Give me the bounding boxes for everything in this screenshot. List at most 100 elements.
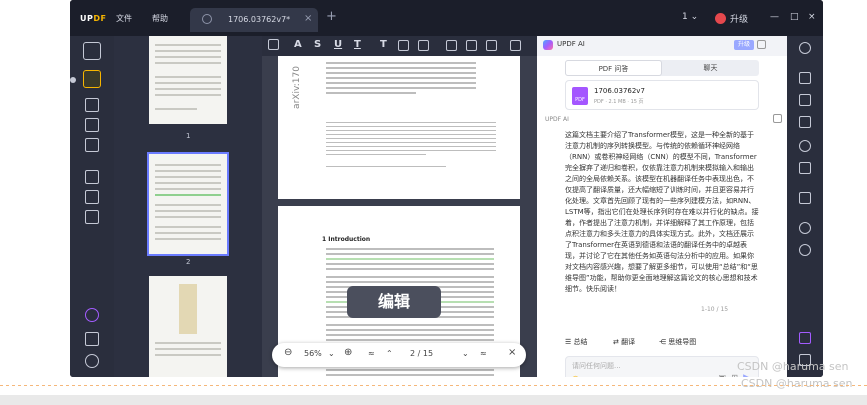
last-page-icon[interactable]: ≈ [480, 349, 487, 358]
app-logo[interactable]: UPDF [80, 14, 106, 23]
file-name: 1706.03762v7 [594, 87, 645, 95]
ai-question-input[interactable]: 请问任何问题... ◉ ▣ ⊞ ▶ [565, 356, 759, 377]
annotation-toolbar: A S U T T [262, 36, 537, 56]
watermark: CSDN @haruma sen [737, 360, 849, 373]
email-icon[interactable] [799, 162, 811, 174]
pencil-icon[interactable] [446, 40, 457, 51]
thumbnail-page-3[interactable] [149, 276, 227, 377]
underline-tool[interactable]: U [334, 39, 342, 50]
external-link-icon[interactable] [773, 114, 782, 123]
upgrade-button[interactable]: 升级 [730, 12, 748, 25]
search-icon[interactable] [799, 42, 811, 54]
zoom-in-button[interactable]: ⊕ [344, 347, 352, 358]
attach-icon[interactable]: ⊞ [731, 373, 738, 377]
left-tool-rail [70, 36, 114, 377]
document-view: arXiv:170 1 Introduction 编辑 ⊖ 56% ⌄ ⊕ ≈ … [262, 56, 537, 377]
thumbnail-panel: 1 2 [114, 36, 262, 377]
share-icon[interactable] [799, 140, 811, 152]
next-page-icon[interactable]: ⌄ [462, 349, 469, 358]
reader-icon[interactable] [83, 42, 101, 60]
mindmap-icon: ⋲ [659, 338, 669, 346]
edit-button[interactable]: 编辑 [347, 286, 441, 318]
ai-logo-icon [543, 40, 553, 50]
thumbnail-page-1[interactable] [149, 36, 227, 124]
ai-assistant-icon[interactable] [799, 332, 811, 344]
shape-icon[interactable] [466, 40, 477, 51]
list-icon: ☰ [565, 338, 574, 346]
tab-pdf-qa[interactable]: PDF 问答 [565, 60, 662, 76]
image-upload-icon[interactable]: ▣ [718, 373, 726, 377]
new-tab-button[interactable]: + [326, 10, 337, 23]
version-dropdown[interactable]: 1 ⌄ [682, 12, 698, 22]
attachment-icon[interactable] [85, 354, 99, 368]
app-window: UPDF 文件 帮助 1706.03762v7* × + 1 ⌄ 升级 — □ … [70, 0, 823, 377]
maximize-button[interactable]: □ [790, 12, 799, 22]
ai-settings-icon[interactable] [757, 40, 766, 49]
title-bar: UPDF 文件 帮助 1706.03762v7* × + 1 ⌄ 升级 — □ … [70, 0, 823, 36]
strikethrough-tool[interactable]: S [314, 39, 321, 50]
file-card: PDF 1706.03762v7 PDF · 2.1 MB · 15 页 [565, 80, 759, 110]
ai-answer-card: 这篇文档主要介绍了Transformer模型，这是一种全新的基于注意力机制的序列… [565, 130, 759, 308]
menu-help[interactable]: 帮助 [152, 13, 168, 24]
input-placeholder: 请问任何问题... [572, 362, 621, 370]
bookmark-icon[interactable] [85, 332, 99, 346]
arxiv-stamp: arXiv:170 [292, 66, 302, 109]
translate-chip[interactable]: ⇄ 翻译 [613, 334, 635, 350]
redo-icon[interactable] [799, 244, 811, 256]
ai-icon[interactable] [85, 308, 99, 322]
convert-icon[interactable] [85, 190, 99, 204]
comment-list-icon[interactable] [268, 39, 279, 50]
menu-file[interactable]: 文件 [116, 13, 132, 24]
ai-panel: UPDF AI 升级 PDF 问答 聊天 PDF 1706.03762v7 PD… [537, 36, 787, 377]
zoom-out-button[interactable]: ⊖ [284, 347, 292, 358]
upgrade-icon[interactable] [715, 13, 726, 24]
squiggly-tool[interactable]: T [354, 39, 361, 50]
previous-page-icon[interactable]: ⌃ [386, 349, 393, 358]
lightbulb-icon[interactable]: ◉ [572, 374, 579, 377]
ai-tabs: PDF 问答 聊天 [565, 60, 759, 76]
thumbnail-label: 2 [186, 258, 191, 266]
ai-upgrade-badge[interactable]: 升级 [734, 40, 755, 50]
color-picker-icon[interactable] [510, 40, 521, 51]
page-layout-icon[interactable] [799, 72, 811, 84]
page-indicator[interactable]: 2 / 15 [410, 349, 433, 358]
thumbnail-page-2[interactable] [147, 152, 229, 256]
save-icon[interactable] [799, 192, 811, 204]
organize-icon[interactable] [85, 170, 99, 184]
document-icon [202, 14, 212, 24]
protect-icon[interactable] [85, 210, 99, 224]
comment-icon[interactable] [83, 70, 101, 88]
zoom-dropdown[interactable]: ⌄ [328, 349, 335, 358]
mindmap-chip[interactable]: ⋲ 思维导图 [659, 334, 696, 350]
figure-image [179, 284, 197, 334]
stamp-icon[interactable] [486, 40, 497, 51]
divider [0, 385, 867, 386]
close-zoombar-button[interactable]: × [508, 347, 516, 358]
summary-chip[interactable]: ☰ 总结 [565, 334, 588, 350]
close-tab-button[interactable]: × [304, 13, 312, 24]
rail-indicator-icon [70, 77, 76, 83]
page-range: 1-10 / 15 [701, 306, 729, 313]
form-icon[interactable] [85, 118, 99, 132]
document-tab[interactable]: 1706.03762v7* × [190, 8, 318, 32]
document-properties-icon[interactable] [799, 116, 811, 128]
edit-icon[interactable] [85, 98, 99, 112]
text-tool[interactable]: T [380, 39, 387, 50]
pdf-file-icon: PDF [572, 87, 588, 105]
section-heading: 1 Introduction [322, 236, 371, 243]
ocr-panel-icon[interactable] [799, 94, 811, 106]
zoom-level[interactable]: 56% [304, 349, 322, 358]
undo-icon[interactable] [799, 222, 811, 234]
ai-title: UPDF AI [557, 40, 585, 48]
translate-icon: ⇄ [613, 338, 622, 346]
textbox-icon[interactable] [398, 40, 409, 51]
tab-title: 1706.03762v7* [228, 15, 291, 24]
minimize-button[interactable]: — [770, 12, 779, 22]
highlight-tool[interactable]: A [294, 39, 302, 50]
first-page-icon[interactable]: ≈ [368, 349, 375, 358]
tab-chat[interactable]: 聊天 [662, 60, 759, 76]
pdf-page-1: arXiv:170 [278, 56, 520, 199]
callout-icon[interactable] [418, 40, 429, 51]
ocr-icon[interactable] [85, 138, 99, 152]
close-window-button[interactable]: × [808, 12, 816, 22]
